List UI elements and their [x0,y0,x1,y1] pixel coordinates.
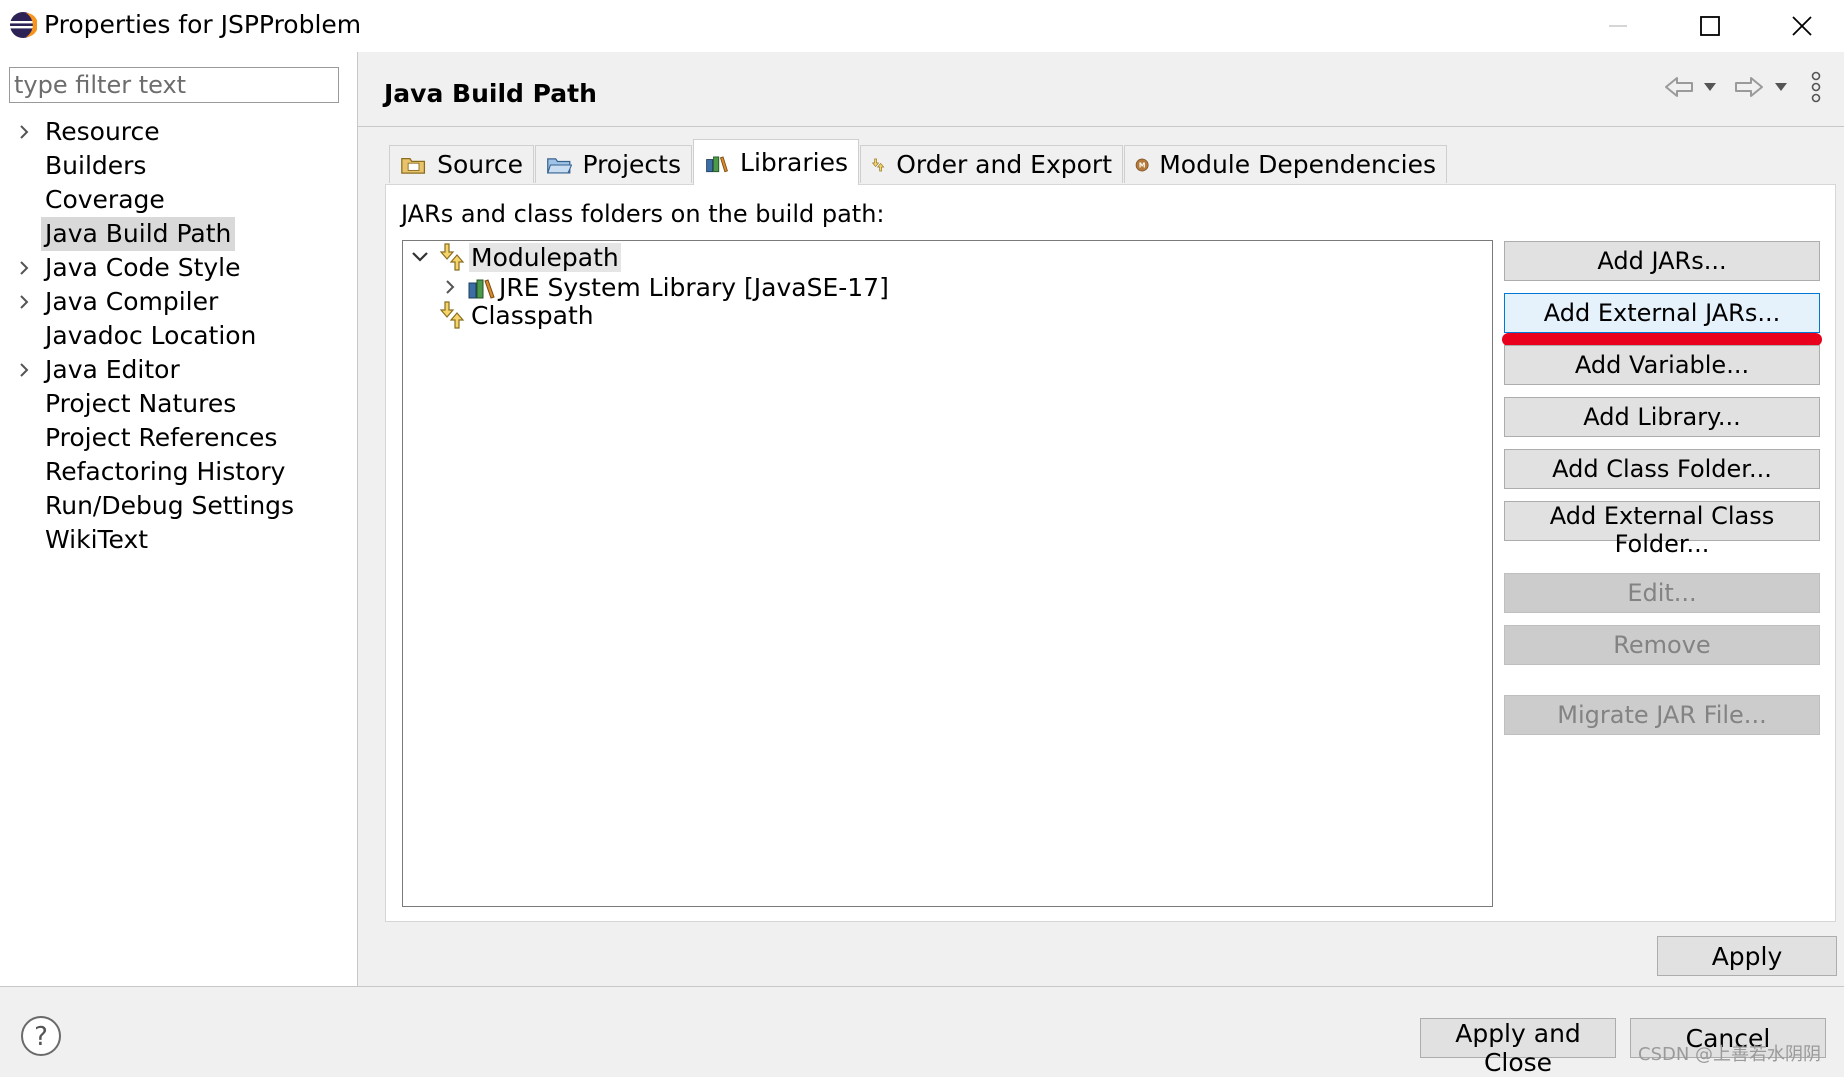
add-library-button[interactable]: Add Library... [1504,397,1820,437]
page-title: Java Build Path [384,79,597,108]
view-menu-icon[interactable] [1810,70,1822,104]
nav-item-refactoring-history[interactable]: Refactoring History [41,455,289,489]
forward-dropdown-icon[interactable] [1774,70,1788,104]
tree-label: Classpath [471,300,594,330]
panel-divider[interactable] [357,52,358,986]
edit-button[interactable]: Edit... [1504,573,1820,613]
expand-chevron-icon[interactable] [18,353,34,387]
library-icon [468,279,495,299]
source-folder-icon [401,157,426,174]
back-arrow-icon[interactable] [1663,70,1695,104]
tab-projects[interactable]: Projects [535,145,692,183]
migrate-jar-file-button[interactable]: Migrate JAR File... [1504,695,1820,735]
remove-button[interactable]: Remove [1504,625,1820,665]
tab-source[interactable]: Source [389,145,534,183]
nav-item-run-debug-settings[interactable]: Run/Debug Settings [41,489,298,523]
tree-label: Modulepath [469,242,621,272]
forward-arrow-icon[interactable] [1733,70,1765,104]
tab-module-dependencies[interactable]: M Module Dependencies [1124,145,1447,183]
nav-item-java-editor[interactable]: Java Editor [41,353,184,387]
nav-item-javadoc-location[interactable]: Javadoc Location [41,319,260,353]
apply-and-close-button[interactable]: Apply and Close [1420,1018,1616,1077]
add-external-jars-button[interactable]: Add External JARs... [1504,293,1820,333]
minimize-icon [1609,25,1627,27]
maximize-icon [1700,16,1720,36]
tab-order-and-export[interactable]: Order and Export [860,145,1123,183]
expand-chevron-icon[interactable] [18,285,34,319]
tree-label: JRE System Library [JavaSE-17] [499,272,889,302]
tree-node-classpath[interactable]: Classpath [439,299,596,331]
expand-chevron-icon[interactable] [18,251,34,285]
watermark: CSDN @上善若水阴阴 [1638,1044,1822,1065]
maximize-button[interactable] [1670,0,1750,52]
close-button[interactable] [1762,0,1842,52]
expand-chevron-icon[interactable] [18,115,34,149]
module-icon: M [1135,158,1149,171]
nav-item-java-code-style[interactable]: Java Code Style [41,251,245,285]
order-export-icon [871,158,885,171]
nav-item-wikitext[interactable]: WikiText [41,523,152,557]
eclipse-logo-icon [10,12,37,38]
svg-text:?: ? [34,1022,48,1052]
tab-label: Order and Export [896,150,1112,179]
projects-folder-icon [547,157,573,174]
nav-item-java-build-path[interactable]: Java Build Path [41,217,236,251]
svg-text:M: M [1139,161,1146,169]
libraries-icon [706,155,728,172]
minimize-button[interactable] [1578,0,1658,52]
tab-label: Module Dependencies [1159,150,1436,179]
expanded-chevron-icon[interactable] [411,250,429,264]
help-icon[interactable]: ? [20,1015,62,1057]
add-variable-button[interactable]: Add Variable... [1504,345,1820,385]
nav-item-resource[interactable]: Resource [41,115,164,149]
nav-item-project-natures[interactable]: Project Natures [41,387,240,421]
tab-label: Libraries [740,148,848,177]
header-separator [358,126,1844,127]
nav-item-builders[interactable]: Builders [41,149,150,183]
section-label: JARs and class folders on the build path… [401,200,885,228]
add-class-folder-button[interactable]: Add Class Folder... [1504,449,1820,489]
build-path-tree[interactable]: Modulepath JRE System Library [JavaSE-17… [402,240,1493,907]
tab-libraries[interactable]: Libraries [693,139,859,185]
add-external-class-folder-button[interactable]: Add External Class Folder... [1504,501,1820,558]
add-jars-button[interactable]: Add JARs... [1504,241,1820,281]
modulepath-icon [439,243,465,271]
nav-item-project-references[interactable]: Project References [41,421,281,455]
tab-label: Source [437,150,523,179]
close-icon [1792,16,1812,36]
back-dropdown-icon[interactable] [1703,70,1717,104]
apply-button[interactable]: Apply [1657,936,1837,976]
classpath-icon [439,301,465,329]
nav-item-java-compiler[interactable]: Java Compiler [41,285,222,319]
nav-item-coverage[interactable]: Coverage [41,183,169,217]
filter-input[interactable] [9,67,339,103]
collapsed-chevron-icon[interactable] [443,279,457,295]
window-title: Properties for JSPProblem [44,10,362,39]
tab-label: Projects [582,150,681,179]
tree-node-modulepath[interactable]: Modulepath [411,241,621,273]
footer-separator [0,986,1844,987]
